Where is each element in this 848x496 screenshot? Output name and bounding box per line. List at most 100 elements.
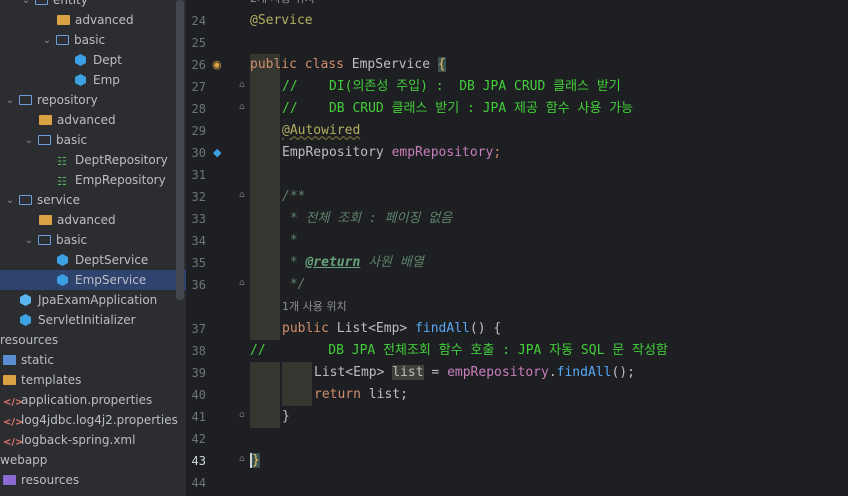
fold-marker-icon[interactable]: ⌂ <box>239 454 245 464</box>
code-line-24[interactable]: @Service <box>250 10 313 32</box>
tree-item-service[interactable]: ⌄ service <box>0 190 186 210</box>
code-line-35[interactable]: * @return 사원 배열 <box>282 252 424 274</box>
line-number: 36 <box>191 278 206 292</box>
tree-item-deptservice[interactable]: DeptService <box>0 250 186 270</box>
project-tree[interactable]: ⌄ entity advanced ⌄ basic Dept Emp ⌄ repository a… <box>0 0 186 496</box>
tree-item-jpaexamapplication[interactable]: JpaExamApplication <box>0 290 186 310</box>
tree-item-label: EmpService <box>75 273 147 287</box>
tree-item-label: resources <box>21 473 80 487</box>
tree-item-resources[interactable]: resources <box>0 330 186 350</box>
code-line-30[interactable]: EmpRepository empRepository; <box>282 142 501 164</box>
line-number: 35 <box>191 256 206 270</box>
folder-outline-icon <box>19 194 34 206</box>
code-line-38[interactable]: // DB JPA 전체조회 함수 호출 : JPA 자동 SQL 문 작성함 <box>250 340 668 362</box>
repository-icon: ☷ <box>57 155 67 168</box>
semicolon: ; <box>493 145 502 160</box>
tree-item-label: Emp <box>93 73 120 87</box>
code-line-27[interactable]: // DI(의존성 주입) : DB JPA CRUD 클래스 받기 <box>282 76 621 98</box>
class-name: EmpService <box>351 57 431 72</box>
code-line-34[interactable]: * <box>282 230 298 252</box>
folder-yellow-icon <box>39 114 54 126</box>
chevron-down-icon[interactable]: ⌄ <box>23 135 35 146</box>
tree-item-label: log4jdbc.log4j2.properties <box>21 413 178 427</box>
fold-marker-icon[interactable]: ⌂ <box>239 102 245 112</box>
tree-item-label: resources <box>0 333 59 347</box>
tree-item-label: basic <box>56 133 88 147</box>
folder-yellow-icon <box>39 214 54 226</box>
line-number: 42 <box>191 432 206 446</box>
code-line-26[interactable]: public class EmpService { <box>250 54 446 76</box>
line-number: 28 <box>191 102 206 116</box>
tree-item-log4jdbc-log4j2-properties[interactable]: </> log4jdbc.log4j2.properties <box>0 410 186 430</box>
local-type: List<Emp> <box>314 365 385 380</box>
code-line-39[interactable]: List<Emp> list = empRepository.findAll()… <box>314 362 635 384</box>
keyword-public: public <box>282 321 329 336</box>
doc-prefix: * <box>282 255 306 270</box>
chevron-down-icon[interactable]: ⌄ <box>41 35 53 46</box>
tree-item-application-properties[interactable]: </> application.properties <box>0 390 186 410</box>
tree-item-advanced[interactable]: advanced <box>0 210 186 230</box>
keyword-return: return <box>314 387 361 402</box>
tree-item-label: static <box>21 353 54 367</box>
code-line-33[interactable]: * 전체 조회 : 페이징 없음 <box>282 208 452 230</box>
tree-item-basic[interactable]: ⌄ basic <box>0 230 186 250</box>
tree-item-logback-spring-xml[interactable]: </> logback-spring.xml <box>0 430 186 450</box>
tree-item-advanced[interactable]: advanced <box>0 110 186 130</box>
tree-item-basic[interactable]: ⌄ basic <box>0 30 186 50</box>
code-line-40[interactable]: return list; <box>314 384 408 406</box>
tree-item-deptrepository[interactable]: ☷ DeptRepository <box>0 150 186 170</box>
tree-item-dept[interactable]: Dept <box>0 50 186 70</box>
call-end: (); <box>611 365 635 380</box>
tree-item-label: advanced <box>75 13 134 27</box>
tree-item-empservice[interactable]: EmpService <box>0 270 186 290</box>
indent-guide <box>250 362 280 428</box>
line-number: 39 <box>191 366 206 380</box>
bean-gutter-icon[interactable]: ◉ <box>212 58 222 72</box>
fold-marker-icon[interactable]: ⌂ <box>239 190 245 200</box>
tree-scrollbar[interactable] <box>176 0 184 300</box>
code-line-32[interactable]: /** <box>282 186 305 208</box>
line-number: 24 <box>191 14 206 28</box>
code-line-36[interactable]: */ <box>282 274 306 296</box>
tree-item-label: EmpRepository <box>75 173 166 187</box>
chevron-down-icon[interactable]: ⌄ <box>4 95 16 106</box>
code-editor[interactable]: 2개 사용 위치 @Service public class EmpServic… <box>245 0 848 496</box>
code-line-28[interactable]: // DB CRUD 클래스 받기 : JPA 제공 함수 사용 가능 <box>282 98 633 120</box>
tree-item-basic[interactable]: ⌄ basic <box>0 130 186 150</box>
tree-item-entity[interactable]: ⌄ entity <box>0 0 186 10</box>
tree-item-static[interactable]: static <box>0 350 186 370</box>
tree-item-label: advanced <box>57 113 116 127</box>
usage-hint-top[interactable]: 2개 사용 위치 <box>250 0 315 10</box>
code-line-37[interactable]: public List<Emp> findAll() { <box>282 318 501 340</box>
fold-marker-icon[interactable]: ⌂ <box>239 278 245 288</box>
folder-outline-icon <box>38 234 53 246</box>
editor-gutter: 24 25 26 27 28 29 30 31 32 33 34 35 36 37 38 39 40 41 42 43… <box>186 0 245 496</box>
chevron-down-icon[interactable]: ⌄ <box>23 235 35 246</box>
tree-item-emp[interactable]: Emp <box>0 70 186 90</box>
code-line-41[interactable]: } <box>282 406 290 428</box>
code-line-43[interactable]: } <box>250 450 260 472</box>
chevron-down-icon[interactable]: ⌄ <box>20 0 32 6</box>
tree-item-label: entity <box>53 0 88 7</box>
tree-item-emprepository[interactable]: ☷ EmpRepository <box>0 170 186 190</box>
code-line-29[interactable]: @Autowired <box>282 120 360 142</box>
fold-marker-icon[interactable]: ⌂ <box>239 410 245 420</box>
injection-gutter-icon[interactable]: ◆ <box>213 146 221 160</box>
tree-item-label: basic <box>74 33 106 47</box>
fold-marker-icon[interactable]: ⌂ <box>239 80 245 90</box>
tree-item-repository[interactable]: ⌄ repository <box>0 90 186 110</box>
class-icon <box>20 314 35 326</box>
tree-item-servletinitializer[interactable]: ServletInitializer <box>0 310 186 330</box>
keyword-class: class <box>304 57 344 72</box>
tree-item-templates[interactable]: templates <box>0 370 186 390</box>
tree-item-advanced[interactable]: advanced <box>0 10 186 30</box>
indent-guide <box>250 54 280 340</box>
usage-hint[interactable]: 1개 사용 위치 <box>282 296 347 318</box>
folder-outline-icon <box>35 0 50 6</box>
tree-item-resources[interactable]: resources <box>0 470 186 490</box>
line-number: 34 <box>191 234 206 248</box>
tree-item-label: repository <box>37 93 98 107</box>
field-ref: empRepository <box>447 365 549 380</box>
tree-item-webapp[interactable]: webapp <box>0 450 186 470</box>
chevron-down-icon[interactable]: ⌄ <box>4 195 16 206</box>
